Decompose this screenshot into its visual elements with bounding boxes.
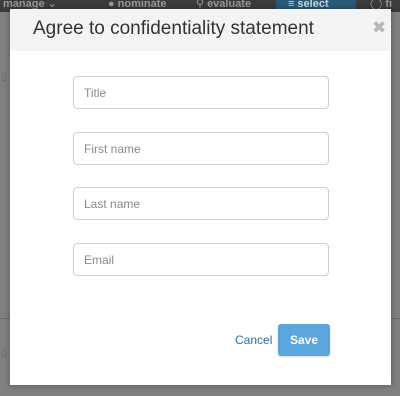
title-field[interactable] bbox=[73, 76, 329, 109]
dialog-header: Agree to confidentiality statement ✖ bbox=[10, 9, 391, 51]
cancel-button[interactable]: Cancel bbox=[235, 333, 272, 347]
background-left-icon-2: ▯ bbox=[1, 348, 7, 359]
save-button[interactable]: Save bbox=[278, 324, 330, 356]
background-divider-right bbox=[392, 318, 400, 319]
background-divider-left bbox=[0, 318, 10, 319]
dialog-title: Agree to confidentiality statement bbox=[33, 18, 314, 39]
confidentiality-dialog: Agree to confidentiality statement ✖ Can… bbox=[10, 9, 391, 385]
first-name-field[interactable] bbox=[73, 132, 329, 165]
close-icon[interactable]: ✖ bbox=[372, 19, 386, 36]
last-name-field[interactable] bbox=[73, 187, 329, 220]
background-left-icon: ▯ bbox=[1, 72, 7, 83]
email-field[interactable] bbox=[73, 243, 329, 276]
